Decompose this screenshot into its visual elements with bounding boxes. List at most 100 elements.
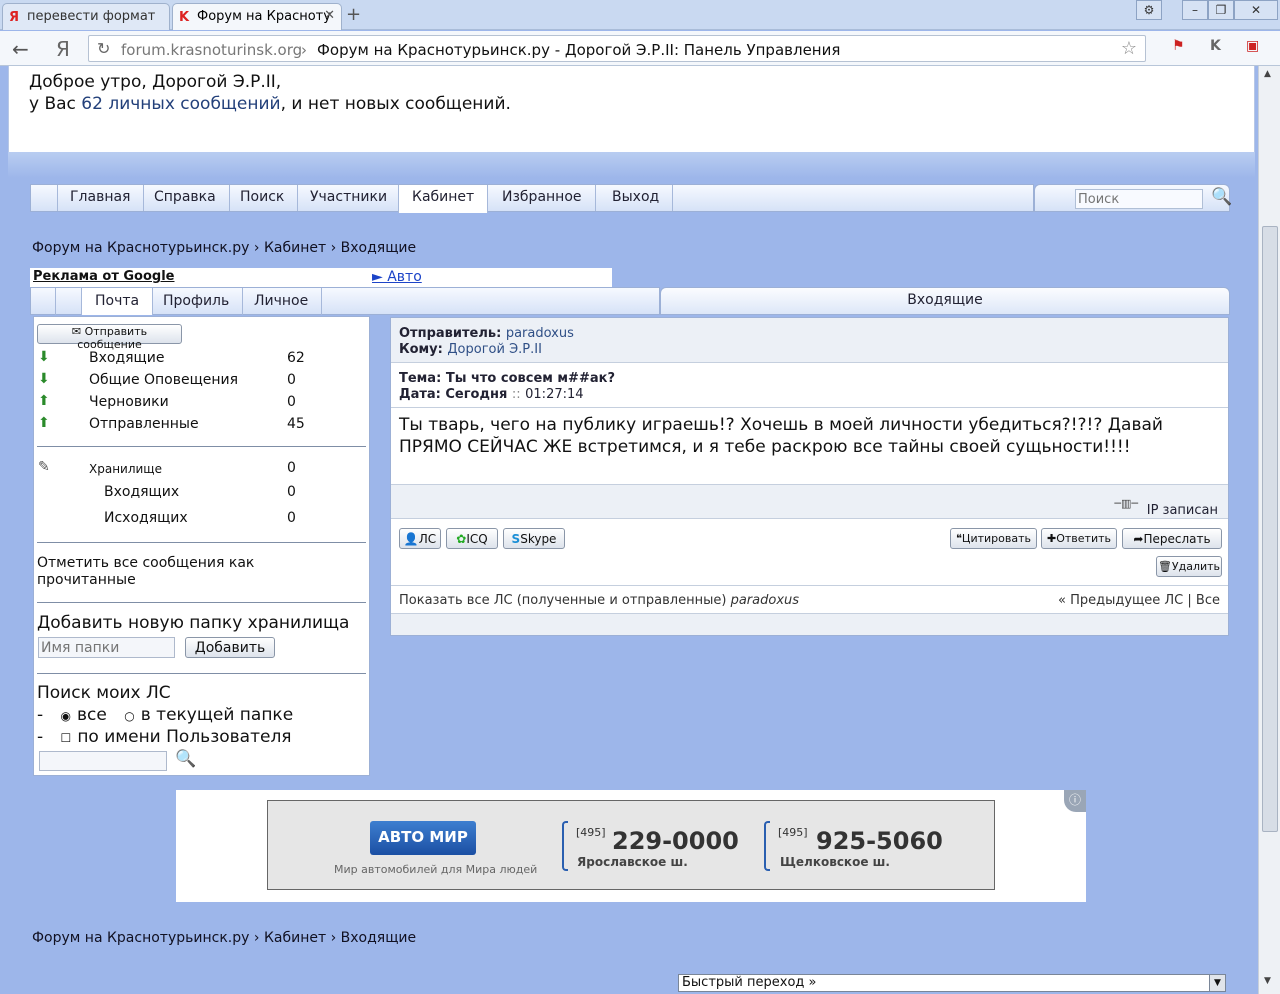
scroll-thumb[interactable] bbox=[1262, 226, 1278, 832]
breadcrumb-sep: › bbox=[253, 930, 260, 946]
address-bar-row: ← Я ↻ forum.krasnoturinsk.org › Форум на… bbox=[0, 31, 1280, 66]
nav-favorites[interactable]: Избранное bbox=[489, 185, 596, 211]
subnav-personal[interactable]: Личное bbox=[241, 288, 323, 315]
search-magnifier-icon[interactable]: 🔍 bbox=[1211, 187, 1232, 207]
main-nav: Главная Справка Поиск Участники Кабинет … bbox=[30, 184, 1034, 213]
previous-pm-link[interactable]: « Предыдущее ЛС bbox=[1058, 593, 1183, 608]
breadcrumb-inbox[interactable]: Входящие bbox=[341, 930, 416, 946]
back-arrow-icon[interactable]: ← bbox=[12, 37, 29, 61]
folder-count: 0 bbox=[287, 510, 296, 526]
skype-button[interactable]: SSkype bbox=[503, 528, 565, 549]
show-all-pm-link[interactable]: Показать все ЛС (полученные и отправленн… bbox=[399, 593, 726, 608]
radio-current-folder[interactable]: ○ bbox=[124, 709, 134, 723]
yandex-logo-icon[interactable]: Я bbox=[56, 37, 70, 61]
pm-search-input[interactable] bbox=[39, 751, 167, 771]
mark-all-read-link[interactable]: Отметить все сообщения как прочитанные bbox=[37, 555, 337, 589]
nav-search[interactable]: Поиск bbox=[227, 185, 299, 211]
pm-count-link[interactable]: 62 личных сообщений bbox=[81, 94, 280, 114]
checkbox-by-user[interactable]: ☐ bbox=[61, 731, 72, 745]
ip-status: IP записан bbox=[1146, 503, 1218, 518]
folder-name: Входящие bbox=[89, 350, 165, 366]
search-by-user-row: - ☐ по имени Пользователя bbox=[37, 727, 292, 747]
nav-home[interactable]: Главная bbox=[57, 185, 145, 211]
breadcrumb-forum[interactable]: Форум на Краснотурьинск.ру bbox=[32, 240, 249, 256]
radio-all[interactable]: ◉ bbox=[61, 709, 71, 723]
scroll-down-icon[interactable]: ▼ bbox=[1264, 976, 1271, 986]
subject-row: Тема: Ты что совсем м##ак? bbox=[399, 371, 615, 386]
breadcrumb-inbox[interactable]: Входящие bbox=[341, 240, 416, 256]
storage-inbox[interactable]: Входящих 0 bbox=[34, 483, 369, 503]
bookmark-star-icon[interactable]: ☆ bbox=[1121, 38, 1137, 59]
reload-icon[interactable]: ↻ bbox=[97, 39, 110, 58]
subnav-profile[interactable]: Профиль bbox=[150, 288, 244, 315]
pm-contact-button[interactable]: 👤ЛС bbox=[399, 528, 441, 549]
breadcrumb-cabinet[interactable]: Кабинет bbox=[264, 240, 326, 256]
breadcrumb-sep: › bbox=[330, 240, 337, 256]
quote-button[interactable]: ❝Цитировать bbox=[950, 528, 1037, 549]
icq-button[interactable]: ✿ICQ bbox=[446, 528, 498, 549]
add-folder-button[interactable]: Добавить bbox=[185, 637, 275, 658]
breadcrumb-sep: › bbox=[253, 240, 260, 256]
header-search-input[interactable] bbox=[1075, 189, 1203, 209]
folder-count: 0 bbox=[287, 484, 296, 500]
browser-tab-forum[interactable]: K Форум на Красноту ✕ bbox=[172, 3, 342, 30]
quick-jump-select[interactable]: Быстрый переход » ▼ bbox=[678, 974, 1226, 992]
forum-favicon-icon: K bbox=[179, 10, 190, 25]
notifications-folder-icon: ⬇ bbox=[38, 371, 50, 387]
bracket-2 bbox=[764, 821, 770, 871]
forward-icon: ➦ bbox=[1133, 531, 1144, 546]
nav-help[interactable]: Справка bbox=[141, 185, 230, 211]
page-viewport: Доброе утро, Дорогой Э.Р.II, у Вас 62 ли… bbox=[0, 66, 1257, 994]
close-tab-icon[interactable]: ✕ bbox=[324, 8, 335, 23]
ad-info-icon[interactable]: ⓘ bbox=[1064, 790, 1086, 812]
pm-search-magnifier-icon[interactable]: 🔍 bbox=[175, 749, 196, 769]
reply-button[interactable]: ✚Ответить bbox=[1041, 528, 1117, 549]
all-pm-link[interactable]: Все bbox=[1196, 593, 1220, 608]
forward-button[interactable]: ➦Переслать bbox=[1122, 528, 1222, 549]
close-window-icon[interactable]: ✕ bbox=[1234, 0, 1278, 20]
delete-button[interactable]: 🗑Удалить bbox=[1156, 556, 1222, 577]
nav-logout[interactable]: Выход bbox=[599, 185, 674, 211]
welcome-box: Доброе утро, Дорогой Э.Р.II, у Вас 62 ли… bbox=[8, 66, 1255, 152]
breadcrumb-forum[interactable]: Форум на Краснотурьинск.ру bbox=[32, 930, 249, 946]
breadcrumb-bottom: Форум на Краснотурьинск.ру › Кабинет › В… bbox=[32, 930, 416, 946]
browser-tab-translate[interactable]: Я перевести формат bbox=[2, 3, 170, 30]
date-label: Дата: bbox=[399, 387, 441, 402]
folder-sent[interactable]: ⬆ Отправленные 45 bbox=[34, 415, 369, 435]
folder-name-input[interactable] bbox=[38, 637, 175, 658]
page-title-in-address: Форум на Краснотурьинск.ру - Дорогой Э.Р… bbox=[317, 41, 841, 59]
sender-link[interactable]: paradoxus bbox=[506, 326, 574, 341]
ad-auto-link[interactable]: ► Авто bbox=[372, 269, 422, 285]
scroll-up-icon[interactable]: ▲ bbox=[1264, 69, 1271, 79]
folder-inbox[interactable]: ⬇ Входящие 62 bbox=[34, 349, 369, 369]
extension-24-icon[interactable]: ▣ bbox=[1246, 38, 1259, 54]
settings-gear-icon[interactable]: ⚙ bbox=[1136, 0, 1162, 20]
address-field[interactable]: ↻ forum.krasnoturinsk.org › Форум на Кра… bbox=[88, 35, 1146, 62]
page-scrollbar[interactable]: ▲ ▼ bbox=[1258, 66, 1280, 994]
pm-prefix: у Вас bbox=[29, 94, 82, 114]
extension-k-icon[interactable]: K bbox=[1210, 38, 1221, 54]
breadcrumb: Форум на Краснотурьинск.ру › Кабинет › В… bbox=[32, 240, 416, 256]
folder-drafts[interactable]: ⬆ Черновики 0 bbox=[34, 393, 369, 413]
extension-flag-icon[interactable]: ⚑ bbox=[1172, 38, 1185, 54]
restore-icon[interactable]: ❐ bbox=[1208, 0, 1234, 20]
avtomir-banner[interactable]: АВТО МИР Мир автомобилей для Мира людей … bbox=[267, 800, 995, 890]
send-message-button[interactable]: ✉ Отправить сообщение bbox=[37, 324, 182, 351]
recipient-link[interactable]: Дорогой Э.Р.II bbox=[447, 342, 542, 357]
breadcrumb-sep: › bbox=[330, 930, 337, 946]
search-scope-row: - ◉ все ○ в текущей папке bbox=[37, 705, 293, 725]
subnav-mail[interactable]: Почта bbox=[81, 288, 154, 315]
storage-outbox[interactable]: Исходящих 0 bbox=[34, 509, 369, 529]
google-ads-label[interactable]: Реклама от Google bbox=[33, 269, 175, 284]
bracket-1 bbox=[562, 821, 568, 871]
breadcrumb-cabinet[interactable]: Кабинет bbox=[264, 930, 326, 946]
nav-cabinet[interactable]: Кабинет bbox=[398, 185, 489, 213]
minimize-icon[interactable]: – bbox=[1182, 0, 1208, 20]
nav-members[interactable]: Участники bbox=[297, 185, 402, 211]
avtomir-logo: АВТО МИР bbox=[370, 821, 476, 855]
pm-suffix: , и нет новых сообщений. bbox=[280, 94, 511, 114]
divider bbox=[37, 602, 366, 603]
new-tab-icon[interactable]: + bbox=[346, 4, 361, 25]
folder-notifications[interactable]: ⬇ Общие Оповещения 0 bbox=[34, 371, 369, 391]
folder-storage[interactable]: ✎ Хранилище 0 bbox=[34, 459, 369, 479]
